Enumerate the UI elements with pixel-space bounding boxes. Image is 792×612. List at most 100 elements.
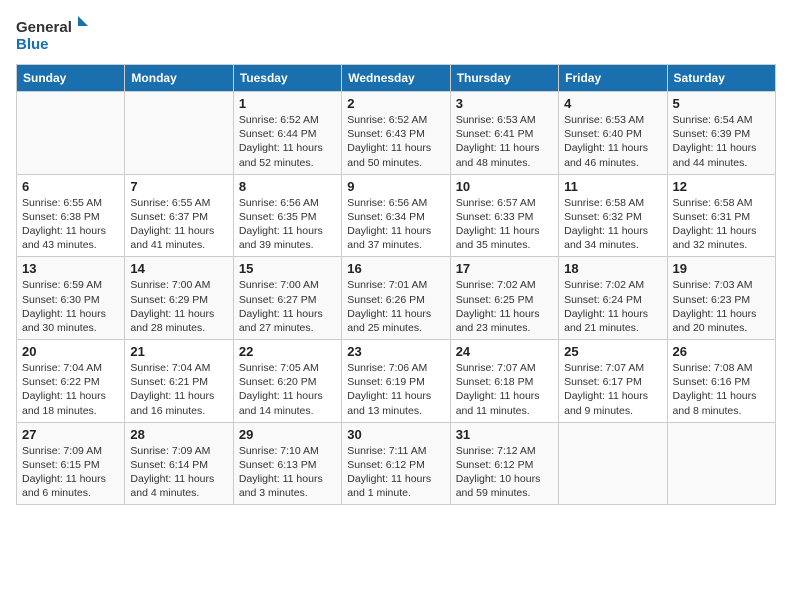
day-info: Sunrise: 7:03 AM Sunset: 6:23 PM Dayligh… [673,278,770,335]
day-info: Sunrise: 6:52 AM Sunset: 6:43 PM Dayligh… [347,113,444,170]
day-number: 31 [456,427,553,442]
calendar-cell: 11 Sunrise: 6:58 AM Sunset: 6:32 PM Dayli… [559,174,667,257]
day-info: Sunrise: 7:12 AM Sunset: 6:12 PM Dayligh… [456,444,553,501]
day-number: 6 [22,179,119,194]
calendar-cell: 23 Sunrise: 7:06 AM Sunset: 6:19 PM Dayli… [342,340,450,423]
day-number: 11 [564,179,661,194]
day-number: 24 [456,344,553,359]
header-row: SundayMondayTuesdayWednesdayThursdayFrid… [17,65,776,92]
day-info: Sunrise: 7:01 AM Sunset: 6:26 PM Dayligh… [347,278,444,335]
day-info: Sunrise: 7:04 AM Sunset: 6:21 PM Dayligh… [130,361,227,418]
day-number: 10 [456,179,553,194]
calendar-cell: 21Sunrise: 7:04 AM Sunset: 6:21 PM Dayli… [125,340,233,423]
calendar-cell [559,422,667,505]
day-info: Sunrise: 7:04 AM Sunset: 6:22 PM Dayligh… [22,361,119,418]
day-info: Sunrise: 6:58 AM Sunset: 6:32 PM Dayligh… [564,196,661,253]
day-number: 20 [22,344,119,359]
calendar-cell: 27 Sunrise: 7:09 AM Sunset: 6:15 PM Dayli… [17,422,125,505]
day-info: Sunrise: 6:56 AM Sunset: 6:35 PM Dayligh… [239,196,336,253]
calendar-cell: 29 Sunrise: 7:10 AM Sunset: 6:13 PM Dayli… [233,422,341,505]
calendar-cell [667,422,775,505]
day-number: 16 [347,261,444,276]
day-number: 28 [130,427,227,442]
day-info: Sunrise: 7:07 AM Sunset: 6:17 PM Dayligh… [564,361,661,418]
day-info: Sunrise: 7:00 AM Sunset: 6:27 PM Dayligh… [239,278,336,335]
day-info: Sunrise: 6:55 AM Sunset: 6:37 PM Dayligh… [130,196,227,253]
col-header-thursday: Thursday [450,65,558,92]
calendar-cell: 9 Sunrise: 6:56 AM Sunset: 6:34 PM Daylig… [342,174,450,257]
day-number: 17 [456,261,553,276]
calendar-table: SundayMondayTuesdayWednesdayThursdayFrid… [16,64,776,505]
col-header-wednesday: Wednesday [342,65,450,92]
calendar-cell: 4 Sunrise: 6:53 AM Sunset: 6:40 PM Daylig… [559,92,667,175]
week-row-3: 13 Sunrise: 6:59 AM Sunset: 6:30 PM Dayli… [17,257,776,340]
day-number: 23 [347,344,444,359]
day-info: Sunrise: 7:02 AM Sunset: 6:24 PM Dayligh… [564,278,661,335]
day-info: Sunrise: 6:58 AM Sunset: 6:31 PM Dayligh… [673,196,770,253]
week-row-2: 6 Sunrise: 6:55 AM Sunset: 6:38 PM Daylig… [17,174,776,257]
calendar-cell: 7 Sunrise: 6:55 AM Sunset: 6:37 PM Daylig… [125,174,233,257]
day-info: Sunrise: 6:57 AM Sunset: 6:33 PM Dayligh… [456,196,553,253]
calendar-cell: 13 Sunrise: 6:59 AM Sunset: 6:30 PM Dayli… [17,257,125,340]
calendar-cell: 16 Sunrise: 7:01 AM Sunset: 6:26 PM Dayli… [342,257,450,340]
calendar-cell: 18 Sunrise: 7:02 AM Sunset: 6:24 PM Dayli… [559,257,667,340]
week-row-1: 1Sunrise: 6:52 AM Sunset: 6:44 PM Daylig… [17,92,776,175]
day-number: 29 [239,427,336,442]
calendar-cell: 12Sunrise: 6:58 AM Sunset: 6:31 PM Dayli… [667,174,775,257]
day-number: 4 [564,96,661,111]
day-number: 18 [564,261,661,276]
day-number: 15 [239,261,336,276]
calendar-cell: 1Sunrise: 6:52 AM Sunset: 6:44 PM Daylig… [233,92,341,175]
calendar-cell: 31 Sunrise: 7:12 AM Sunset: 6:12 PM Dayli… [450,422,558,505]
calendar-cell: 25 Sunrise: 7:07 AM Sunset: 6:17 PM Dayli… [559,340,667,423]
day-number: 26 [673,344,770,359]
day-info: Sunrise: 7:09 AM Sunset: 6:14 PM Dayligh… [130,444,227,501]
calendar-cell [125,92,233,175]
col-header-friday: Friday [559,65,667,92]
calendar-cell: 3Sunrise: 6:53 AM Sunset: 6:41 PM Daylig… [450,92,558,175]
day-info: Sunrise: 7:10 AM Sunset: 6:13 PM Dayligh… [239,444,336,501]
day-info: Sunrise: 6:53 AM Sunset: 6:40 PM Dayligh… [564,113,661,170]
calendar-cell: 6 Sunrise: 6:55 AM Sunset: 6:38 PM Daylig… [17,174,125,257]
day-info: Sunrise: 7:08 AM Sunset: 6:16 PM Dayligh… [673,361,770,418]
day-info: Sunrise: 7:06 AM Sunset: 6:19 PM Dayligh… [347,361,444,418]
day-info: Sunrise: 6:53 AM Sunset: 6:41 PM Dayligh… [456,113,553,170]
logo-svg: General Blue [16,16,96,56]
day-number: 30 [347,427,444,442]
day-number: 13 [22,261,119,276]
calendar-cell: 8 Sunrise: 6:56 AM Sunset: 6:35 PM Daylig… [233,174,341,257]
day-number: 5 [673,96,770,111]
week-row-5: 27 Sunrise: 7:09 AM Sunset: 6:15 PM Dayli… [17,422,776,505]
col-header-tuesday: Tuesday [233,65,341,92]
col-header-monday: Monday [125,65,233,92]
day-info: Sunrise: 6:56 AM Sunset: 6:34 PM Dayligh… [347,196,444,253]
calendar-cell: 22 Sunrise: 7:05 AM Sunset: 6:20 PM Dayli… [233,340,341,423]
day-number: 25 [564,344,661,359]
day-info: Sunrise: 7:00 AM Sunset: 6:29 PM Dayligh… [130,278,227,335]
svg-text:Blue: Blue [16,36,49,53]
calendar-cell [17,92,125,175]
day-info: Sunrise: 6:59 AM Sunset: 6:30 PM Dayligh… [22,278,119,335]
day-info: Sunrise: 7:07 AM Sunset: 6:18 PM Dayligh… [456,361,553,418]
day-number: 8 [239,179,336,194]
calendar-cell: 28 Sunrise: 7:09 AM Sunset: 6:14 PM Dayli… [125,422,233,505]
calendar-cell: 24 Sunrise: 7:07 AM Sunset: 6:18 PM Dayli… [450,340,558,423]
calendar-cell: 2 Sunrise: 6:52 AM Sunset: 6:43 PM Daylig… [342,92,450,175]
day-number: 22 [239,344,336,359]
day-info: Sunrise: 7:05 AM Sunset: 6:20 PM Dayligh… [239,361,336,418]
col-header-sunday: Sunday [17,65,125,92]
svg-text:General: General [16,19,72,36]
day-number: 9 [347,179,444,194]
day-info: Sunrise: 6:54 AM Sunset: 6:39 PM Dayligh… [673,113,770,170]
calendar-cell: 19Sunrise: 7:03 AM Sunset: 6:23 PM Dayli… [667,257,775,340]
calendar-cell: 14Sunrise: 7:00 AM Sunset: 6:29 PM Dayli… [125,257,233,340]
day-info: Sunrise: 6:55 AM Sunset: 6:38 PM Dayligh… [22,196,119,253]
day-info: Sunrise: 6:52 AM Sunset: 6:44 PM Dayligh… [239,113,336,170]
day-number: 27 [22,427,119,442]
calendar-cell: 5 Sunrise: 6:54 AM Sunset: 6:39 PM Daylig… [667,92,775,175]
col-header-saturday: Saturday [667,65,775,92]
day-number: 2 [347,96,444,111]
day-info: Sunrise: 7:09 AM Sunset: 6:15 PM Dayligh… [22,444,119,501]
day-number: 7 [130,179,227,194]
page-header: General Blue [16,16,776,56]
